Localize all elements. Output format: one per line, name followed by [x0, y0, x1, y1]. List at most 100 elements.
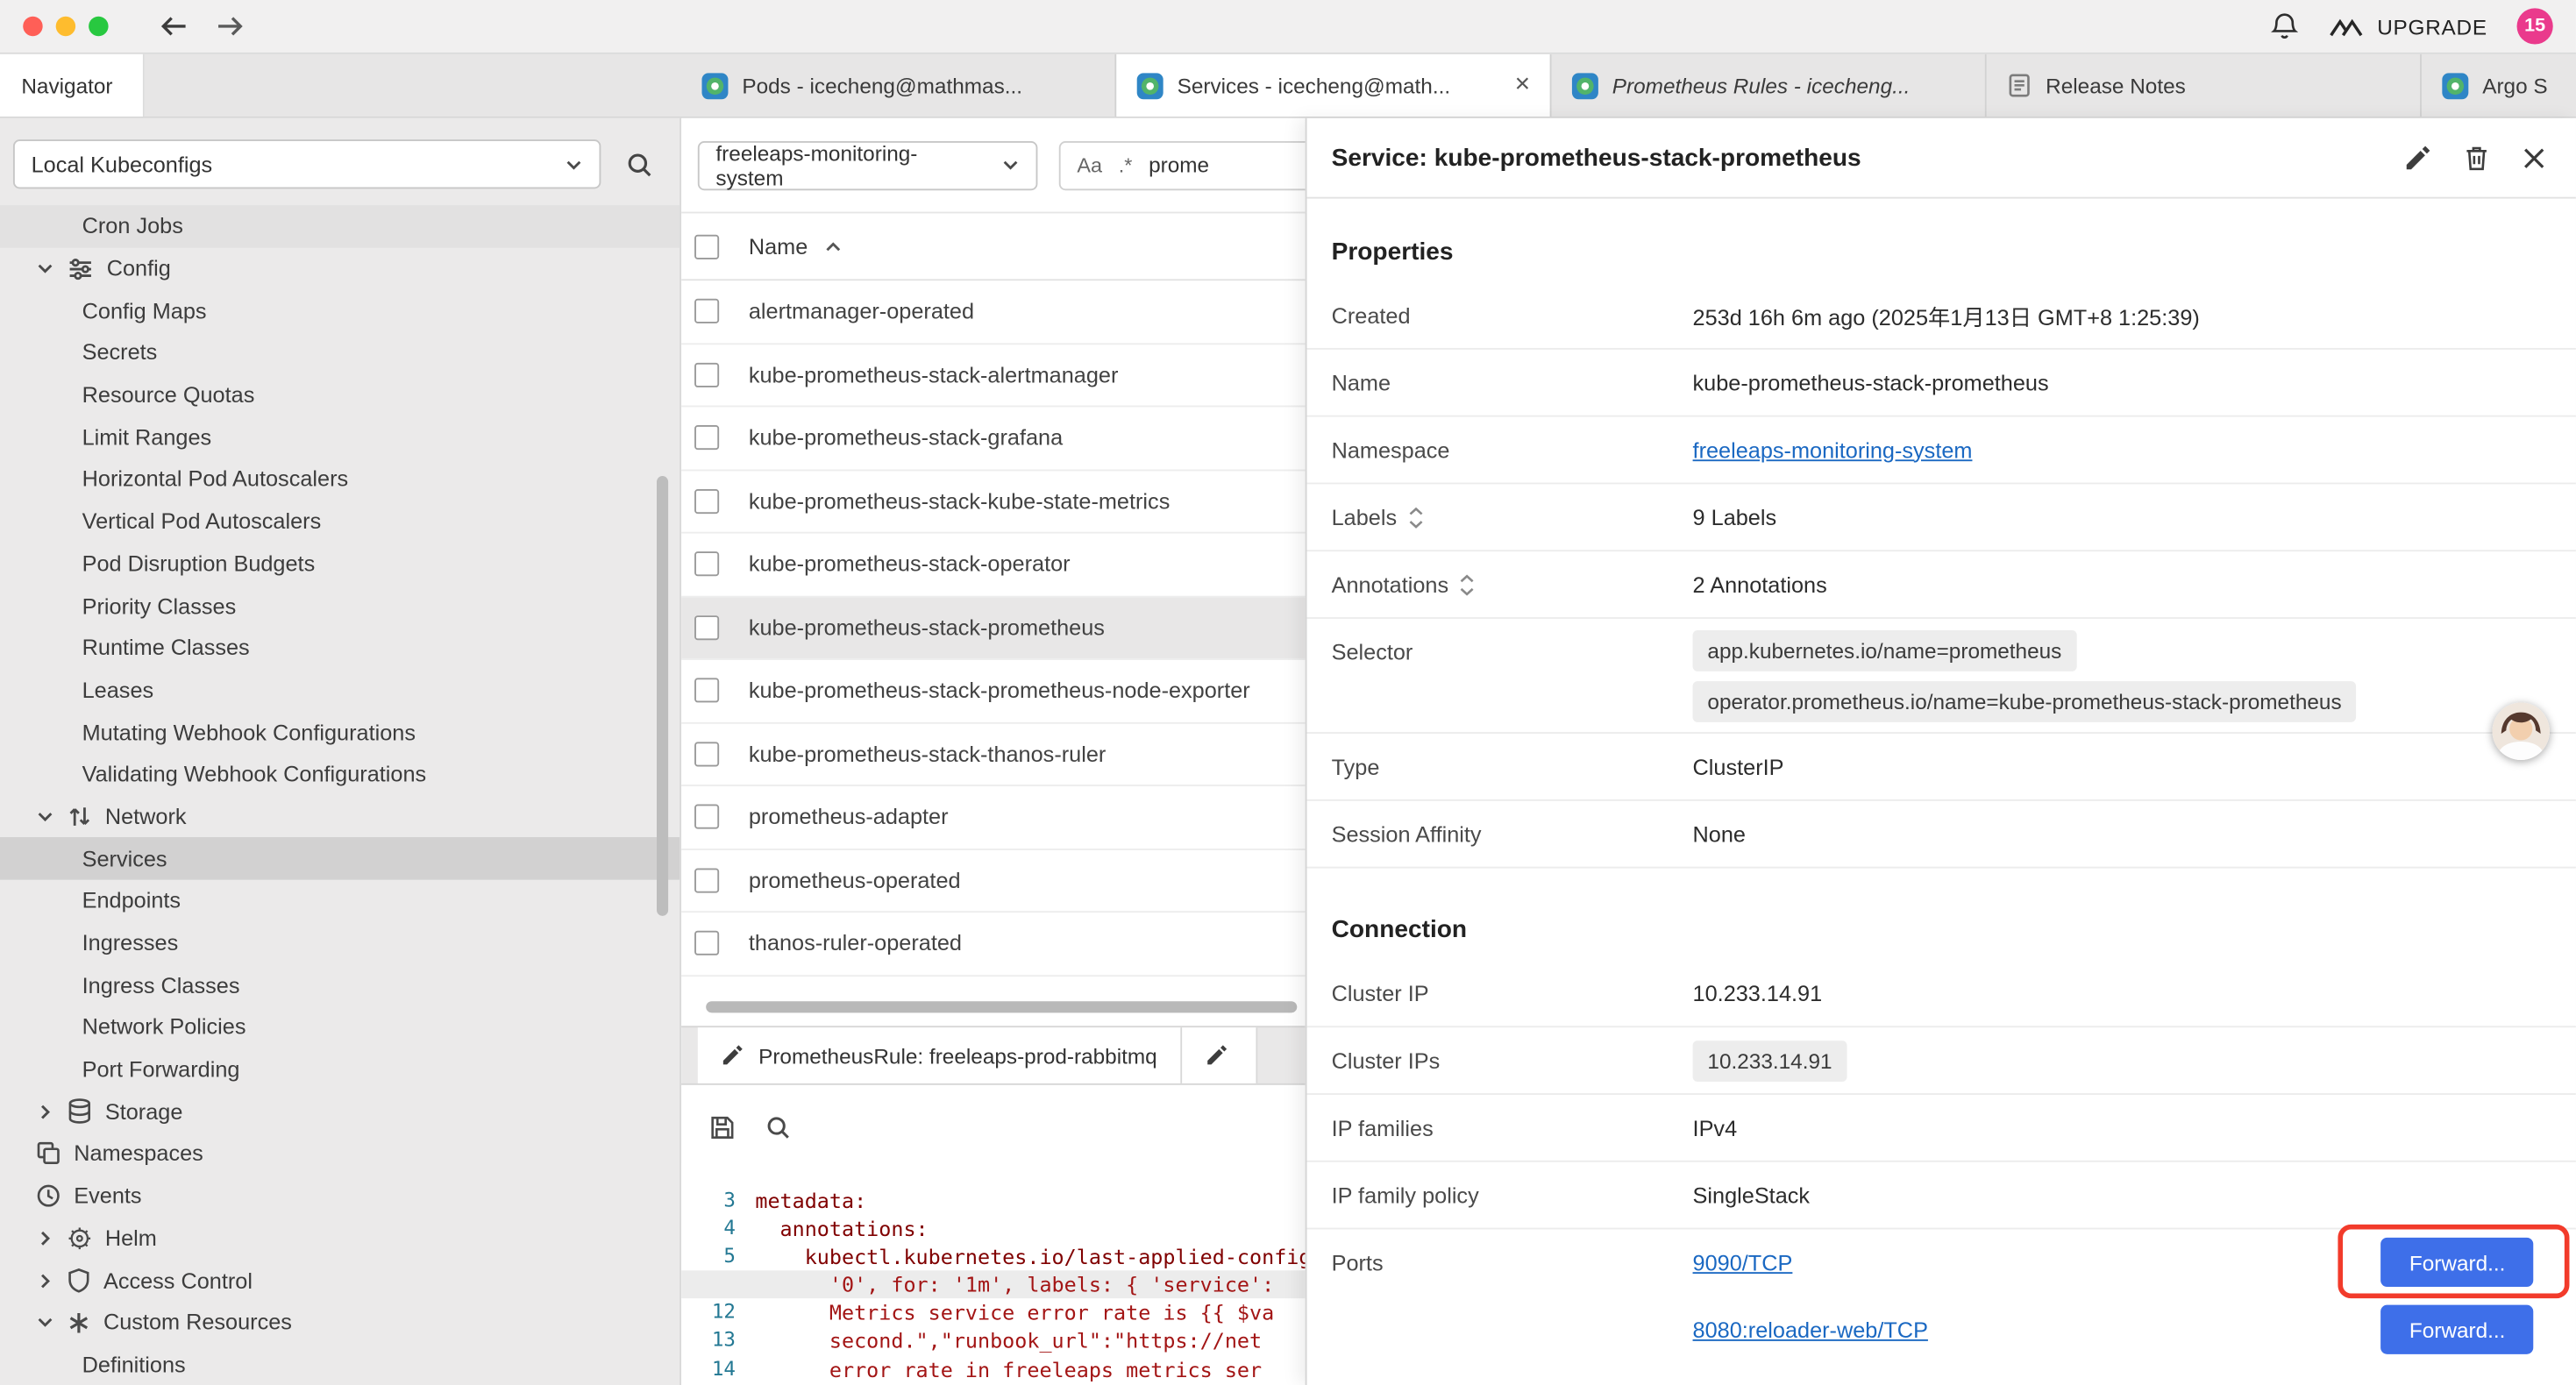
sidebar-item-runtime-classes[interactable]: Runtime Classes	[0, 627, 680, 669]
detail-label: Annotations	[1332, 572, 1693, 597]
sidebar-item-ingress-classes[interactable]: Ingress Classes	[0, 964, 680, 1006]
app-window: UPGRADE 15 Navigator Pods - icecheng@mat…	[0, 0, 2576, 1385]
chevron-down-icon	[36, 259, 54, 278]
row-checkbox[interactable]	[694, 868, 719, 892]
table-row[interactable]: kube-prometheus-stack-thanos-ruler	[681, 723, 1306, 786]
sidebar-item-events[interactable]: Events	[0, 1175, 680, 1217]
dock-tab[interactable]	[1182, 1027, 1257, 1083]
table-row[interactable]: kube-prometheus-stack-grafana	[681, 407, 1306, 470]
dock-tab-prometheusrule-freeleaps-prod-rabbitmq[interactable]: PrometheusRule: freeleaps-prod-rabbitmq	[698, 1027, 1182, 1083]
namespace-link[interactable]: freeleaps-monitoring-system	[1693, 437, 1973, 462]
sidebar-item-vertical-pod-autoscalers[interactable]: Vertical Pod Autoscalers	[0, 501, 680, 543]
row-checkbox[interactable]	[694, 931, 719, 955]
row-checkbox[interactable]	[694, 678, 719, 703]
detail-label: IP families	[1332, 1115, 1693, 1140]
sidebar-item-pod-disruption-budgets[interactable]: Pod Disruption Budgets	[0, 543, 680, 585]
namespace-selector[interactable]: freeleaps-monitoring-system	[698, 140, 1038, 189]
table-row[interactable]: thanos-ruler-operated	[681, 913, 1306, 976]
sidebar-item-label: Secrets	[82, 340, 158, 365]
close-icon[interactable]	[2522, 146, 2546, 170]
table-row[interactable]: kube-prometheus-stack-prometheus	[681, 597, 1306, 660]
name-column-header[interactable]: Name	[749, 234, 808, 259]
tab-services-icecheng-math[interactable]: Services - icecheng@math...×	[1116, 54, 1551, 117]
sidebar-item-limit-ranges[interactable]: Limit Ranges	[0, 416, 680, 458]
select-all-checkbox[interactable]	[694, 234, 719, 259]
table-row[interactable]: kube-prometheus-stack-alertmanager	[681, 344, 1306, 407]
sidebar-item-mutating-webhook-configurations[interactable]: Mutating Webhook Configurations	[0, 711, 680, 753]
search-input[interactable]: Aa .* prome	[1059, 140, 1306, 189]
row-checkbox[interactable]	[694, 805, 719, 829]
avatar[interactable]	[2492, 702, 2550, 760]
table-row[interactable]: kube-prometheus-stack-kube-state-metrics	[681, 470, 1306, 533]
tab-pods-icecheng-mathmas[interactable]: Pods - icecheng@mathmas...	[681, 54, 1116, 117]
sidebar-item-endpoints[interactable]: Endpoints	[0, 880, 680, 922]
detail-value: SingleStack	[1693, 1183, 2534, 1207]
tab-release-notes[interactable]: Release Notes	[1987, 54, 2422, 117]
table-row[interactable]: prometheus-operated	[681, 849, 1306, 913]
editor-search-icon[interactable]	[765, 1113, 792, 1140]
sort-ascending-icon[interactable]	[824, 238, 843, 256]
tab-argo-s[interactable]: Argo S	[2422, 54, 2576, 117]
yaml-editor[interactable]: 3metadata:4 annotations:5 kubectl.kubern…	[681, 1164, 1306, 1385]
sidebar-item-config-maps[interactable]: Config Maps	[0, 289, 680, 331]
minimize-window-button[interactable]	[56, 17, 75, 36]
delete-icon[interactable]	[2465, 144, 2489, 172]
sidebar-item-ingresses[interactable]: Ingresses	[0, 922, 680, 964]
sidebar-item-config[interactable]: Config	[0, 247, 680, 289]
services-table: alertmanager-operatedkube-prometheus-sta…	[681, 281, 1306, 976]
sidebar-scrollbar[interactable]	[657, 476, 668, 916]
port-link[interactable]: 8080:reloader-web/TCP	[1693, 1318, 1928, 1343]
row-checkbox[interactable]	[694, 299, 719, 323]
tab-prometheus-rules-icecheng[interactable]: Prometheus Rules - icecheng...	[1552, 54, 1987, 117]
port-link[interactable]: 9090/TCP	[1693, 1251, 1793, 1275]
row-checkbox[interactable]	[694, 742, 719, 766]
sidebar-item-horizontal-pod-autoscalers[interactable]: Horizontal Pod Autoscalers	[0, 458, 680, 501]
sidebar-item-priority-classes[interactable]: Priority Classes	[0, 585, 680, 627]
sidebar-item-definitions[interactable]: Definitions	[0, 1344, 680, 1385]
match-case-toggle[interactable]: Aa	[1077, 153, 1102, 176]
notification-count-badge[interactable]: 15	[2517, 8, 2553, 44]
table-row[interactable]: alertmanager-operated	[681, 281, 1306, 344]
forward-icon[interactable]	[213, 13, 246, 39]
detail-label: Cluster IPs	[1332, 1048, 1693, 1073]
sidebar-item-namespaces[interactable]: Namespaces	[0, 1133, 680, 1175]
sidebar-item-services[interactable]: Services	[0, 838, 680, 880]
regex-toggle[interactable]: .*	[1119, 153, 1133, 176]
sidebar-item-validating-webhook-configurations[interactable]: Validating Webhook Configurations	[0, 753, 680, 795]
navigator-tab[interactable]: Navigator	[0, 54, 145, 117]
sidebar-search-button[interactable]	[614, 139, 663, 188]
sidebar-item-access-control[interactable]: Access Control	[0, 1260, 680, 1302]
detail-value: 10.233.14.91	[1693, 981, 2534, 1005]
forward-button[interactable]: Forward...	[2381, 1305, 2533, 1354]
sidebar-item-resource-quotas[interactable]: Resource Quotas	[0, 373, 680, 416]
sidebar-item-cron-jobs[interactable]: Cron Jobs	[0, 205, 680, 247]
forward-button[interactable]: Forward...	[2381, 1238, 2533, 1287]
row-checkbox[interactable]	[694, 362, 719, 387]
row-checkbox[interactable]	[694, 425, 719, 450]
save-icon[interactable]	[709, 1113, 736, 1140]
table-row[interactable]: kube-prometheus-stack-prometheus-node-ex…	[681, 660, 1306, 723]
table-row[interactable]: prometheus-adapter	[681, 786, 1306, 849]
sidebar-item-helm[interactable]: Helm	[0, 1217, 680, 1259]
sidebar-item-custom-resources[interactable]: Custom Resources	[0, 1302, 680, 1344]
sidebar-item-network-policies[interactable]: Network Policies	[0, 1006, 680, 1048]
row-checkbox[interactable]	[694, 552, 719, 577]
sidebar-item-leases[interactable]: Leases	[0, 669, 680, 711]
editor-toolbar	[681, 1101, 1306, 1152]
sidebar-item-storage[interactable]: Storage	[0, 1090, 680, 1133]
maximize-window-button[interactable]	[89, 17, 108, 36]
row-checkbox[interactable]	[694, 489, 719, 514]
back-icon[interactable]	[158, 13, 190, 39]
edit-icon[interactable]	[2403, 144, 2431, 172]
tab-close-icon[interactable]: ×	[1515, 72, 1530, 98]
sidebar-item-network[interactable]: Network	[0, 795, 680, 837]
kubeconfig-selector[interactable]: Local Kubeconfigs	[13, 139, 601, 188]
sidebar-item-port-forwarding[interactable]: Port Forwarding	[0, 1048, 680, 1090]
close-window-button[interactable]	[23, 17, 42, 36]
horizontal-scrollbar[interactable]	[706, 1001, 1297, 1012]
notifications-bell-icon[interactable]	[2270, 11, 2298, 41]
row-checkbox[interactable]	[694, 615, 719, 640]
table-row[interactable]: kube-prometheus-stack-operator	[681, 534, 1306, 597]
sidebar-item-secrets[interactable]: Secrets	[0, 331, 680, 373]
upgrade-button[interactable]: UPGRADE	[2328, 13, 2487, 39]
